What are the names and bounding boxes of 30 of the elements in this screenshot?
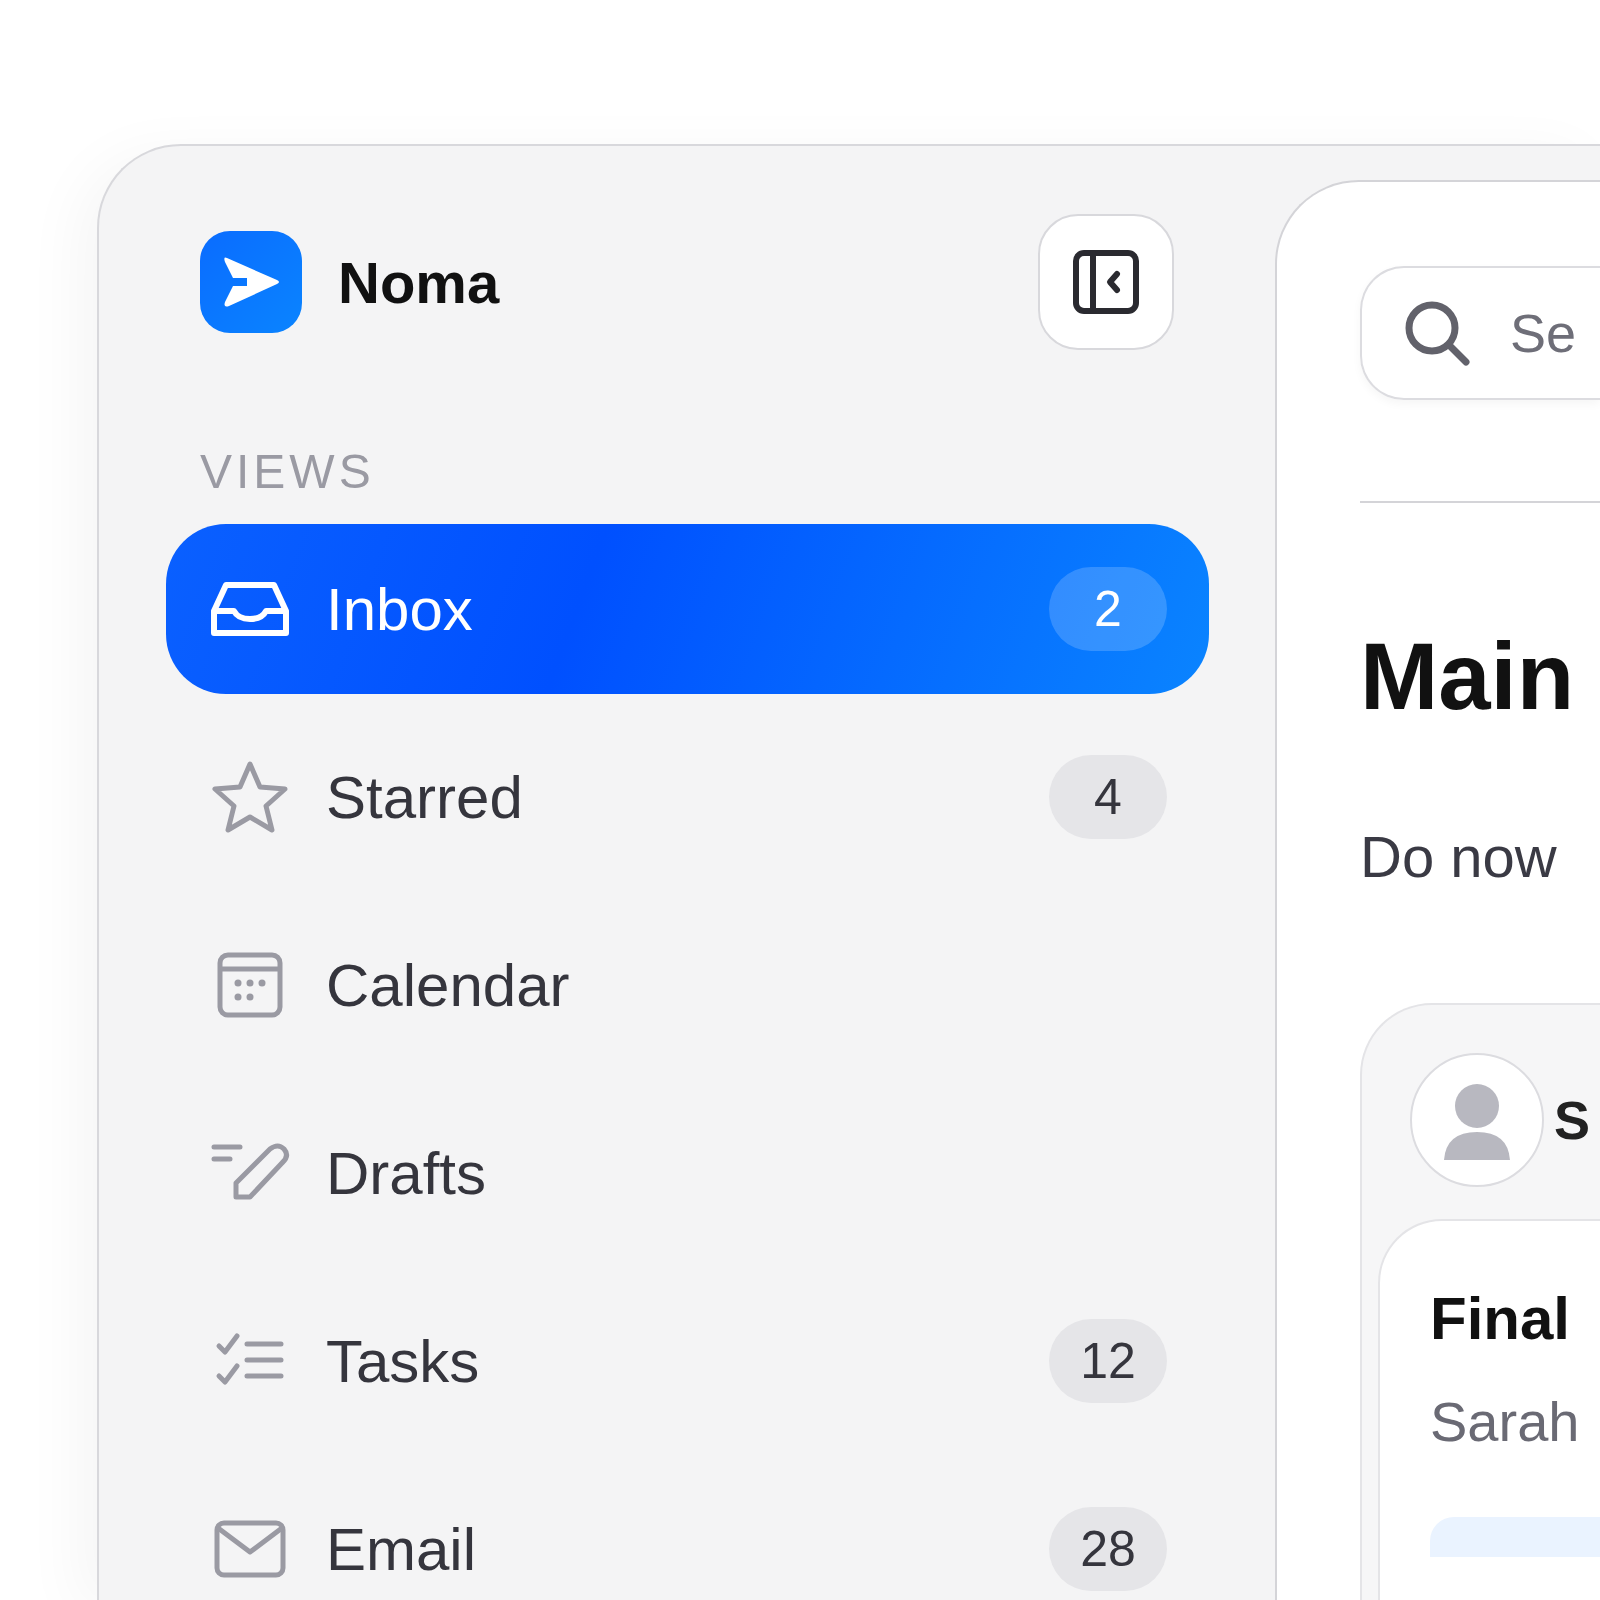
section-heading: Do now (1360, 823, 1558, 891)
collapse-sidebar-button[interactable] (1038, 214, 1174, 350)
section-heading: VIEWS (200, 444, 376, 500)
page-title: Main (1360, 623, 1576, 731)
search-input[interactable]: Se (1510, 302, 1582, 364)
sidebar-item[interactable]: Email 28 (166, 1464, 1209, 1600)
sidebar-item[interactable]: Tasks 12 (166, 1276, 1209, 1446)
star-icon (211, 760, 289, 834)
message-title: Final (1430, 1284, 1571, 1354)
conversation-card[interactable]: S Final Sarah (1360, 1003, 1600, 1600)
sidebar-item[interactable]: Starred 4 (166, 712, 1209, 882)
calendar-icon (217, 952, 283, 1018)
message-sender: Sarah (1430, 1389, 1581, 1455)
sender-name: S (1554, 1089, 1591, 1151)
count-badge: 2 (1049, 567, 1167, 651)
count-badge: 12 (1049, 1319, 1167, 1403)
app-name: Noma (338, 248, 501, 316)
count-badge: 4 (1049, 755, 1167, 839)
count-badge: 28 (1049, 1507, 1167, 1591)
search-field[interactable]: Se (1360, 266, 1600, 400)
pencil-icon (210, 1143, 290, 1203)
app-logo-icon (200, 231, 302, 333)
sidebar-item[interactable]: Calendar (166, 900, 1209, 1070)
envelope-icon (214, 1520, 286, 1578)
sidebar-item[interactable]: Inbox 2 (166, 524, 1209, 694)
sidebar-item[interactable]: Drafts (166, 1088, 1209, 1258)
inbox-icon (210, 579, 290, 639)
sidebar-collapse-icon (1073, 250, 1139, 314)
search-icon (1404, 300, 1470, 366)
message-card[interactable]: Final Sarah (1378, 1219, 1600, 1600)
